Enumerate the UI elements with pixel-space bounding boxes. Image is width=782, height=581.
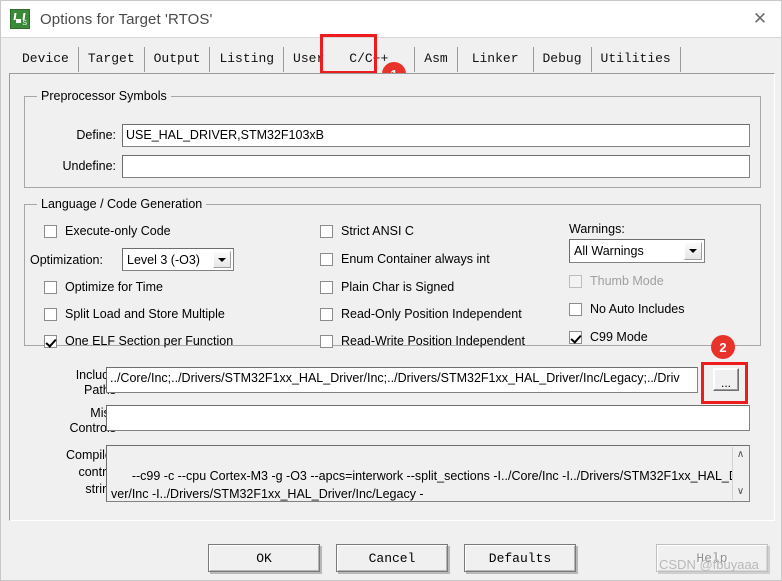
tab-asm[interactable]: Asm (414, 47, 458, 72)
chevron-down-icon[interactable] (684, 242, 702, 260)
warnings-select[interactable]: All Warnings (569, 239, 705, 263)
include-paths-input[interactable]: ../Core/Inc;../Drivers/STM32F1xx_HAL_Dri… (106, 367, 698, 393)
checkbox-plain-char-is-signed[interactable]: Plain Char is Signed (320, 280, 454, 294)
checkbox-split-load-and-store-multiple[interactable]: Split Load and Store Multiple (44, 307, 225, 321)
c-cpp-tab-panel: Preprocessor Symbols Define: USE_HAL_DRI… (9, 73, 775, 521)
checkbox-read-write-position-independent[interactable]: Read-Write Position Independent (320, 334, 525, 348)
tab-listing[interactable]: Listing (210, 47, 285, 72)
checkbox-label: Execute-only Code (65, 224, 171, 238)
define-label: Define: (76, 128, 116, 142)
tab-target[interactable]: Target (78, 47, 145, 72)
close-icon[interactable]: ✕ (737, 1, 781, 37)
compiler-control-string-scrollbar[interactable]: ∧ ∨ (732, 447, 748, 500)
compiler-control-string-area[interactable]: --c99 -c --cpu Cortex-M3 -g -O3 --apcs=i… (106, 445, 750, 502)
misc-controls-label-line1: Misc (90, 406, 116, 420)
compiler-control-string-label-line1: Compiler (65, 448, 116, 462)
checkbox-enum-container-always-int[interactable]: Enum Container always int (320, 252, 490, 266)
checkbox-box-icon (320, 224, 333, 238)
checkbox-box-icon (44, 280, 57, 294)
warnings-label: Warnings: (569, 222, 625, 236)
checkbox-box-icon (44, 224, 57, 238)
checkbox-box-icon (569, 274, 582, 288)
compiler-control-string-label-line2: control (78, 465, 116, 479)
tab-linker[interactable]: Linker (457, 47, 534, 72)
warnings-value: All Warnings (574, 244, 644, 258)
misc-controls-label-line2: Controls (69, 421, 116, 435)
tab-debug[interactable]: Debug (533, 47, 592, 72)
checkbox-box-icon (320, 252, 333, 266)
scroll-down-icon[interactable]: ∨ (737, 487, 744, 497)
preprocessor-symbols-legend: Preprocessor Symbols (37, 89, 171, 103)
checkbox-label: Split Load and Store Multiple (65, 307, 225, 321)
checkbox-label: C99 Mode (590, 330, 648, 344)
checkbox-label: Read-Write Position Independent (341, 334, 525, 348)
window-title: Options for Target 'RTOS' (40, 10, 213, 28)
checkbox-no-auto-includes[interactable]: No Auto Includes (569, 302, 685, 316)
app-icon-subscript: S (22, 20, 27, 27)
title-bar: S Options for Target 'RTOS' ✕ (1, 1, 781, 37)
cancel-button[interactable]: Cancel (336, 544, 448, 572)
language-code-generation-legend: Language / Code Generation (37, 197, 207, 211)
checkbox-thumb-mode: Thumb Mode (569, 274, 664, 288)
misc-controls-input[interactable] (106, 405, 750, 431)
tab-user[interactable]: User (284, 47, 334, 72)
checkbox-label: Thumb Mode (590, 274, 664, 288)
checkbox-box-icon (320, 280, 333, 294)
checkbox-execute-only-code[interactable]: Execute-only Code (44, 224, 171, 238)
uvision-app-icon: S (10, 9, 30, 29)
include-paths-label-line1: Include (75, 368, 116, 382)
include-paths-browse-button[interactable]: ... (713, 368, 739, 391)
tab-output[interactable]: Output (144, 47, 211, 72)
checkbox-label: Strict ANSI C (341, 224, 414, 238)
checkbox-box-checked-icon (44, 334, 57, 348)
checkbox-label: Plain Char is Signed (341, 280, 455, 294)
checkbox-c99-mode[interactable]: C99 Mode (569, 330, 648, 344)
options-for-target-dialog: S Options for Target 'RTOS' ✕ Device Tar… (0, 0, 782, 581)
checkbox-strict-ansi-c[interactable]: Strict ANSI C (320, 224, 414, 238)
checkbox-label: Optimize for Time (65, 280, 163, 294)
checkbox-box-icon (44, 307, 57, 321)
checkbox-box-icon (569, 302, 582, 316)
ok-button[interactable]: OK (208, 544, 320, 572)
help-button[interactable]: Help (656, 544, 768, 572)
checkbox-box-icon (320, 334, 333, 348)
checkbox-optimize-for-time[interactable]: Optimize for Time (44, 280, 163, 294)
undefine-input[interactable] (122, 155, 750, 178)
compiler-control-string-label-line3: string (85, 482, 116, 496)
checkbox-label: Read-Only Position Independent (341, 307, 522, 321)
tab-device[interactable]: Device (13, 47, 79, 72)
scroll-up-icon[interactable]: ∧ (737, 450, 744, 460)
tab-utilities[interactable]: Utilities (591, 47, 681, 72)
defaults-button[interactable]: Defaults (464, 544, 576, 572)
checkbox-box-icon (320, 307, 333, 321)
checkbox-one-elf-section-per-function[interactable]: One ELF Section per Function (44, 334, 233, 348)
annotation-badge-2: 2 (711, 335, 735, 359)
tab-list: Device Target Output Listing User C/C++ … (13, 45, 681, 72)
compiler-control-string-value: --c99 -c --cpu Cortex-M3 -g -O3 --apcs=i… (111, 469, 745, 501)
checkbox-box-checked-icon (569, 330, 582, 344)
checkbox-label: One ELF Section per Function (65, 334, 234, 348)
checkbox-read-only-position-independent[interactable]: Read-Only Position Independent (320, 307, 522, 321)
optimization-label: Optimization: (30, 253, 103, 267)
optimization-value: Level 3 (-O3) (127, 252, 200, 267)
checkbox-label: No Auto Includes (590, 302, 685, 316)
include-paths-label-line2: Paths (84, 383, 116, 397)
undefine-label: Undefine: (62, 159, 116, 173)
checkbox-label: Enum Container always int (341, 252, 490, 266)
optimization-select[interactable]: Level 3 (-O3) (122, 248, 234, 271)
chevron-down-icon[interactable] (213, 251, 231, 268)
define-input[interactable]: USE_HAL_DRIVER,STM32F103xB (122, 124, 750, 147)
